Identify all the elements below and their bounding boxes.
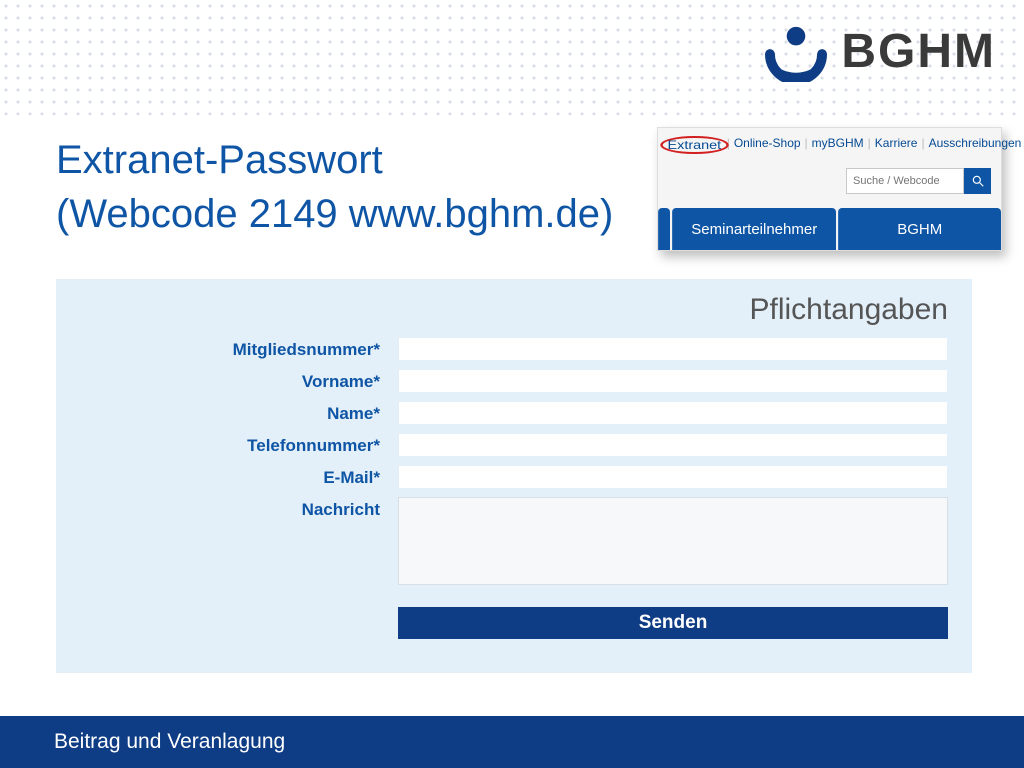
title-line-2: (Webcode 2149 www.bghm.de) [56, 192, 613, 236]
search-icon [971, 174, 985, 188]
input-first-name[interactable] [398, 369, 948, 393]
bghm-logo-icon [765, 20, 827, 82]
row-message: Nachricht [80, 497, 948, 585]
input-last-name[interactable] [398, 401, 948, 425]
inset-link-karriere[interactable]: Karriere [875, 136, 918, 154]
brand-logo: BGHM [765, 20, 996, 82]
inset-tab-stub[interactable] [658, 208, 670, 250]
row-email: E-Mail* [80, 465, 948, 491]
footer-bar: Beitrag und Veranlagung [0, 716, 1024, 768]
inset-search-button[interactable] [964, 168, 991, 194]
label-last-name: Name* [80, 401, 398, 427]
inset-top-links: Extranet | Online-Shop | myBGHM | Karrie… [658, 128, 1001, 158]
inset-link-extranet[interactable]: Extranet [660, 136, 728, 154]
inset-link-ausschreibungen[interactable]: Ausschreibungen [929, 136, 1022, 154]
label-message: Nachricht [80, 497, 398, 523]
brand-name: BGHM [841, 24, 996, 79]
input-email[interactable] [398, 465, 948, 489]
label-phone: Telefonnummer* [80, 433, 398, 459]
label-member-no: Mitgliedsnummer* [80, 337, 398, 363]
form-heading: Pflichtangaben [80, 293, 948, 327]
inset-tab-seminar[interactable]: Seminarteilnehmer [672, 208, 836, 250]
label-first-name: Vorname* [80, 369, 398, 395]
header-dot-band: BGHM [0, 0, 1024, 115]
inset-search-input[interactable] [846, 168, 964, 194]
inset-screenshot: Extranet | Online-Shop | myBGHM | Karrie… [657, 127, 1002, 251]
title-line-1: Extranet-Passwort [56, 138, 383, 182]
row-first-name: Vorname* [80, 369, 948, 395]
inset-link-onlineshop[interactable]: Online-Shop [734, 136, 801, 154]
row-phone: Telefonnummer* [80, 433, 948, 459]
input-member-no[interactable] [398, 337, 948, 361]
inset-link-mybghm[interactable]: myBGHM [812, 136, 864, 154]
label-email: E-Mail* [80, 465, 398, 491]
row-last-name: Name* [80, 401, 948, 427]
input-phone[interactable] [398, 433, 948, 457]
footer-text: Beitrag und Veranlagung [54, 730, 285, 754]
input-message[interactable] [398, 497, 948, 585]
form-panel: Pflichtangaben Mitgliedsnummer* Vorname*… [56, 279, 972, 673]
submit-button[interactable]: Senden [398, 607, 948, 639]
row-member-no: Mitgliedsnummer* [80, 337, 948, 363]
inset-tab-bghm[interactable]: BGHM [838, 208, 1002, 250]
